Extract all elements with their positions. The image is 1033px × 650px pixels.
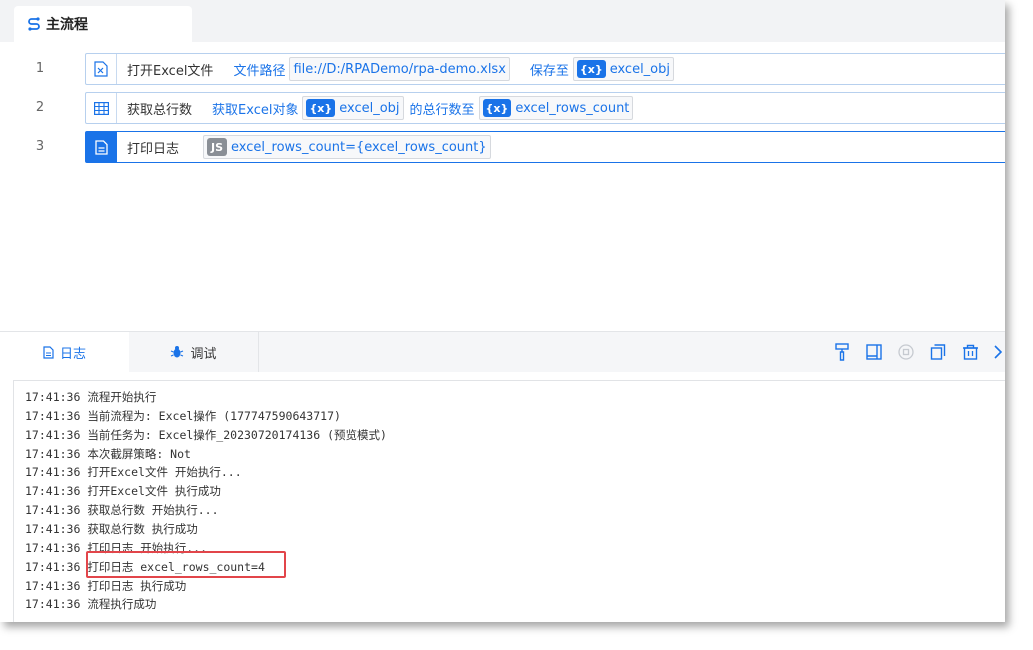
table-grid-icon (86, 93, 117, 123)
log-line: 17:41:36 当前流程为: Excel操作 (177747590643717… (25, 409, 341, 423)
file-path-value: file://D:/RPADemo/rpa-demo.xlsx (293, 61, 506, 77)
panel-icon[interactable] (863, 341, 885, 363)
log-line: 17:41:36 当前任务为: Excel操作_20230720174136 (… (25, 428, 387, 442)
tab-main-flow[interactable]: 主流程 (14, 6, 192, 42)
tab-bar: 主流程 (0, 0, 1005, 42)
log-line: 17:41:36 打开Excel文件 开始执行... (25, 465, 242, 479)
line-number: 1 (35, 61, 45, 76)
expression-chip[interactable]: JS excel_rows_count={excel_rows_count} (203, 135, 491, 159)
step-row-open-excel[interactable]: 打开Excel文件 文件路径 file://D:/RPADemo/rpa-dem… (85, 53, 1005, 85)
step-name: 打开Excel文件 (127, 63, 214, 79)
trash-icon[interactable] (959, 341, 981, 363)
step-name: 获取总行数 (127, 102, 193, 118)
variable-chip[interactable]: {x} excel_obj (572, 57, 674, 81)
stop-icon[interactable] (895, 341, 917, 363)
panel-tab-bar: 日志 调试 (0, 331, 1005, 372)
log-toolbar (821, 332, 1005, 372)
tab-debug[interactable]: 调试 (129, 332, 259, 372)
tab-label: 日志 (59, 346, 86, 362)
log-line: 17:41:36 获取总行数 执行成功 (25, 522, 198, 536)
line-number: 2 (35, 100, 45, 115)
log-line: 17:41:36 流程开始执行 (25, 390, 157, 404)
tab-log[interactable]: 日志 (0, 332, 129, 372)
variable-icon: {x} (306, 99, 336, 117)
flow-editor: 1 打开Excel文件 文件路径 file://D:/RPADemo/rpa-d… (0, 42, 1005, 330)
variable-icon: {x} (576, 60, 606, 78)
variable-icon: {x} (482, 99, 512, 117)
log-line: 17:41:36 本次截屏策略: Not (25, 447, 191, 461)
log-output: 17:41:36 流程开始执行 17:41:36 当前流程为: Excel操作 … (13, 380, 1005, 622)
step-row-print-log[interactable]: 打印日志 JS excel_rows_count={excel_rows_cou… (85, 131, 1005, 163)
param-label: 文件路径 (233, 63, 286, 79)
chevron-right-icon[interactable] (991, 341, 1005, 363)
param-label: 的总行数至 (409, 102, 475, 118)
file-path-chip[interactable]: file://D:/RPADemo/rpa-demo.xlsx (289, 57, 510, 81)
line-number: 3 (35, 139, 45, 154)
log-line: 17:41:36 获取总行数 开始执行... (25, 503, 219, 517)
tab-label: 调试 (190, 346, 217, 362)
variable-name: excel_obj (609, 61, 670, 77)
step-name: 打印日志 (127, 141, 180, 157)
highlight-box (86, 551, 286, 578)
log-line: 17:41:36 流程执行成功 (25, 597, 157, 611)
log-line: 17:41:36 打印日志 执行成功 (25, 579, 187, 593)
log-line: 17:41:36 打开Excel文件 执行成功 (25, 484, 221, 498)
flow-icon (28, 17, 40, 31)
param-label: 保存至 (529, 63, 569, 79)
excel-file-icon (86, 54, 117, 84)
js-icon: JS (207, 138, 228, 156)
variable-name: excel_obj (339, 100, 400, 116)
step-row-get-row-count[interactable]: 获取总行数 获取Excel对象 {x} excel_obj 的总行数至 {x} … (85, 92, 1005, 124)
brush-icon[interactable] (831, 341, 853, 363)
expression-value: excel_rows_count={excel_rows_count} (231, 139, 487, 155)
tab-label: 主流程 (46, 17, 88, 33)
document-icon (86, 132, 117, 162)
variable-name: excel_rows_count (515, 100, 630, 116)
param-label: 获取Excel对象 (212, 102, 299, 118)
copy-icon[interactable] (927, 341, 949, 363)
app-window: 主流程 1 打开Excel文件 文件路径 file://D:/RPADemo/r… (0, 0, 1005, 622)
bug-icon (171, 346, 184, 358)
document-icon (43, 345, 54, 359)
variable-chip[interactable]: {x} excel_rows_count (478, 96, 634, 120)
variable-chip[interactable]: {x} excel_obj (302, 96, 404, 120)
